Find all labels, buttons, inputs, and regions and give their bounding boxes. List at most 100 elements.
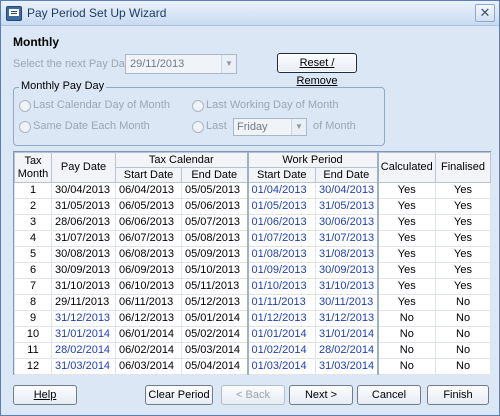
cell-calculated: No xyxy=(376,358,437,375)
cell-work-end[interactable]: 31/12/2013 xyxy=(315,310,379,327)
cell-work-end[interactable]: 31/08/2013 xyxy=(315,246,379,263)
page-heading: Monthly xyxy=(13,35,59,49)
cell-finalised: No xyxy=(435,294,492,311)
cell-tax-end: 05/09/2013 xyxy=(180,246,249,263)
cell-tax-end: 05/08/2013 xyxy=(180,230,249,247)
cell-pay-date[interactable]: 31/03/2014 xyxy=(51,358,116,375)
cell-calculated: No xyxy=(376,342,437,359)
cell-work-start[interactable]: 01/02/2014 xyxy=(246,342,317,359)
cell-tax-start: 06/01/2014 xyxy=(115,326,182,343)
chevron-down-icon[interactable]: ▼ xyxy=(221,55,236,73)
cell-work-start[interactable]: 01/01/2014 xyxy=(246,326,317,343)
help-button[interactable]: Help xyxy=(13,385,77,405)
cell-work-start[interactable]: 01/05/2013 xyxy=(246,198,317,215)
cell-work-start[interactable]: 01/07/2013 xyxy=(246,230,317,247)
cell-work-end[interactable]: 31/07/2013 xyxy=(315,230,379,247)
cell-calculated: Yes xyxy=(376,198,437,215)
cell-tax-start: 06/12/2013 xyxy=(115,310,182,327)
table-row[interactable]: 3 28/06/2013 06/06/2013 05/07/2013 01/06/201… xyxy=(14,214,492,231)
pay-period-table: Tax Month Pay Date Tax Calendar Work Per… xyxy=(13,151,492,375)
cell-tax-end: 05/06/2013 xyxy=(180,198,249,215)
header-work-start-date: Start Date xyxy=(246,167,317,183)
finish-button[interactable]: Finish xyxy=(427,385,489,405)
next-button[interactable]: Next > xyxy=(289,385,353,405)
table-row[interactable]: 2 31/05/2013 06/05/2013 05/06/2013 01/05/201… xyxy=(14,198,492,215)
chevron-down-icon[interactable]: ▼ xyxy=(291,119,306,135)
clear-period-button[interactable]: Clear Period xyxy=(145,385,213,405)
cell-tax-month: 3 xyxy=(14,214,52,231)
cell-work-start[interactable]: 01/03/2014 xyxy=(246,358,317,375)
title-bar: Pay Period Set Up Wizard ✕ xyxy=(1,1,499,26)
table-row[interactable]: 9 31/12/2013 06/12/2013 05/01/2014 01/12/201… xyxy=(14,310,492,327)
cell-calculated: Yes xyxy=(376,246,437,263)
cell-work-end[interactable]: 31/10/2013 xyxy=(315,278,379,295)
cell-work-start[interactable]: 01/08/2013 xyxy=(246,246,317,263)
radio-last-calendar-day[interactable] xyxy=(19,100,31,112)
cell-tax-start: 06/04/2013 xyxy=(115,182,182,199)
table-row[interactable]: 5 30/08/2013 06/08/2013 05/09/2013 01/08/201… xyxy=(14,246,492,263)
cell-work-start[interactable]: 01/11/2013 xyxy=(246,294,317,311)
cell-work-end[interactable]: 30/09/2013 xyxy=(315,262,379,279)
cell-tax-end: 05/12/2013 xyxy=(180,294,249,311)
cell-tax-end: 05/01/2014 xyxy=(180,310,249,327)
cell-work-end[interactable]: 31/03/2014 xyxy=(315,358,379,375)
cancel-button[interactable]: Cancel xyxy=(357,385,421,405)
cell-calculated: Yes xyxy=(376,182,437,199)
cell-pay-date[interactable]: 28/02/2014 xyxy=(51,342,116,359)
cell-pay-date[interactable]: 31/12/2013 xyxy=(51,310,116,327)
cell-work-end[interactable]: 30/06/2013 xyxy=(315,214,379,231)
cell-tax-month: 10 xyxy=(14,326,52,343)
cell-finalised: Yes xyxy=(435,230,492,247)
cell-pay-date: 31/05/2013 xyxy=(51,198,116,215)
cell-tax-end: 05/04/2014 xyxy=(180,358,249,375)
cell-finalised: No xyxy=(435,342,492,359)
next-pay-date-dropdown[interactable]: 29/11/2013 ▼ xyxy=(125,54,237,74)
next-pay-date-label: Select the next Pay Date xyxy=(13,58,135,70)
cell-work-start[interactable]: 01/04/2013 xyxy=(246,182,317,199)
cell-tax-start: 06/06/2013 xyxy=(115,214,182,231)
header-work-end-date: End Date xyxy=(315,167,379,183)
table-row[interactable]: 8 29/11/2013 06/11/2013 05/12/2013 01/11/201… xyxy=(14,294,492,311)
table-row[interactable]: 4 31/07/2013 06/07/2013 05/08/2013 01/07/201… xyxy=(14,230,492,247)
cell-work-end[interactable]: 31/05/2013 xyxy=(315,198,379,215)
cell-work-end[interactable]: 28/02/2014 xyxy=(315,342,379,359)
cell-calculated: Yes xyxy=(376,278,437,295)
cell-tax-month: 1 xyxy=(14,182,52,199)
radio-last-working-day[interactable] xyxy=(192,100,204,112)
table-row[interactable]: 1 30/04/2013 06/04/2013 05/05/2013 01/04/201… xyxy=(14,182,492,199)
table-row[interactable]: 11 28/02/2014 06/02/2014 05/03/2014 01/02/20… xyxy=(14,342,492,359)
monthly-pay-day-group xyxy=(13,87,385,146)
cell-pay-date[interactable]: 31/01/2014 xyxy=(51,326,116,343)
next-pay-date-value: 29/11/2013 xyxy=(130,58,185,70)
cell-work-start[interactable]: 01/10/2013 xyxy=(246,278,317,295)
header-tax-calendar: Tax Calendar xyxy=(114,152,249,168)
header-work-period: Work Period xyxy=(246,152,379,168)
cell-work-end[interactable]: 30/11/2013 xyxy=(315,294,379,311)
table-row[interactable]: 7 31/10/2013 06/10/2013 05/11/2013 01/10/201… xyxy=(14,278,492,295)
header-tax-start-date: Start Date xyxy=(115,167,182,183)
cell-work-start[interactable]: 01/09/2013 xyxy=(246,262,317,279)
cell-work-start[interactable]: 01/06/2013 xyxy=(246,214,317,231)
cell-tax-month: 7 xyxy=(14,278,52,295)
cell-tax-start: 06/08/2013 xyxy=(115,246,182,263)
cell-tax-end: 05/03/2014 xyxy=(180,342,249,359)
cell-work-start[interactable]: 01/12/2013 xyxy=(246,310,317,327)
cell-work-end[interactable]: 30/04/2013 xyxy=(315,182,379,199)
cell-pay-date: 30/09/2013 xyxy=(51,262,116,279)
table-row[interactable]: 6 30/09/2013 06/09/2013 05/10/2013 01/09/201… xyxy=(14,262,492,279)
close-button[interactable]: ✕ xyxy=(475,4,495,22)
table-row[interactable]: 12 31/03/2014 06/03/2014 05/04/2014 01/03/20… xyxy=(14,358,492,375)
back-button[interactable]: < Back xyxy=(221,385,285,405)
cell-work-end[interactable]: 31/01/2014 xyxy=(315,326,379,343)
reset-remove-button[interactable]: Reset / Remove xyxy=(277,53,357,87)
cell-tax-month: 2 xyxy=(14,198,52,215)
cell-tax-end: 05/10/2013 xyxy=(180,262,249,279)
cell-tax-end: 05/05/2013 xyxy=(180,182,249,199)
cell-calculated: Yes xyxy=(376,262,437,279)
cell-calculated: Yes xyxy=(376,230,437,247)
table-row[interactable]: 10 31/01/2014 06/01/2014 05/02/2014 01/01/20… xyxy=(14,326,492,343)
day-of-week-dropdown[interactable]: Friday ▼ xyxy=(233,118,307,136)
cell-pay-date: 29/11/2013 xyxy=(51,294,116,311)
radio-last-day[interactable] xyxy=(192,121,204,133)
radio-same-date-each-month[interactable] xyxy=(19,121,31,133)
